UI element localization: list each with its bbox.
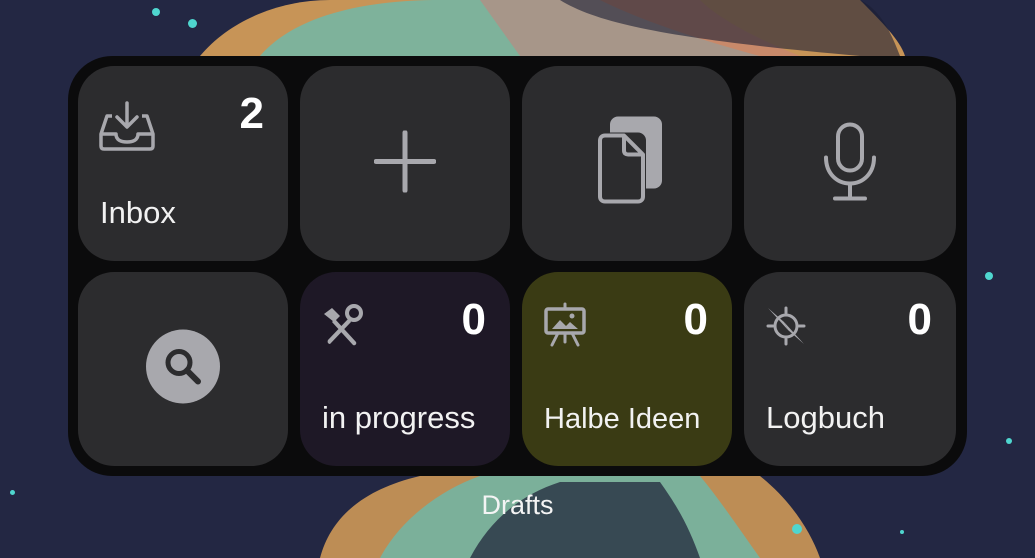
inbox-count: 2: [239, 89, 264, 138]
tile-copy[interactable]: [522, 66, 732, 261]
tile-inbox[interactable]: 2 Inbox: [78, 66, 288, 261]
in-progress-label: in progress: [322, 400, 476, 435]
logbuch-label: Logbuch: [766, 400, 885, 435]
inbox-label: Inbox: [100, 195, 176, 230]
widget-caption: Drafts: [481, 490, 554, 520]
tile-in-progress[interactable]: 0 in progress: [300, 272, 510, 466]
halbe-ideen-label: Halbe Ideen: [544, 403, 701, 435]
tile-search[interactable]: [78, 272, 288, 466]
in-progress-count: 0: [461, 295, 486, 344]
tile-logbuch[interactable]: 0 Logbuch: [744, 272, 956, 466]
compass-icon: [764, 304, 808, 353]
copy-icon: [588, 114, 666, 213]
plus-icon: [373, 129, 437, 197]
microphone-icon: [821, 121, 879, 206]
tile-halbe-ideen[interactable]: 0 Halbe Ideen: [522, 272, 732, 466]
logbuch-count: 0: [907, 295, 932, 344]
halbe-ideen-count: 0: [683, 295, 708, 344]
tile-dictate[interactable]: [744, 66, 956, 261]
tile-new-draft[interactable]: [300, 66, 510, 261]
hammer-wrench-icon: [320, 304, 364, 353]
inbox-icon: [98, 100, 156, 157]
search-icon: [145, 329, 221, 410]
presentation-easel-icon: [542, 302, 588, 353]
drafts-widget: 2 Inbox 0 in progress 0 Halbe Ideen 0 Lo…: [68, 56, 967, 476]
